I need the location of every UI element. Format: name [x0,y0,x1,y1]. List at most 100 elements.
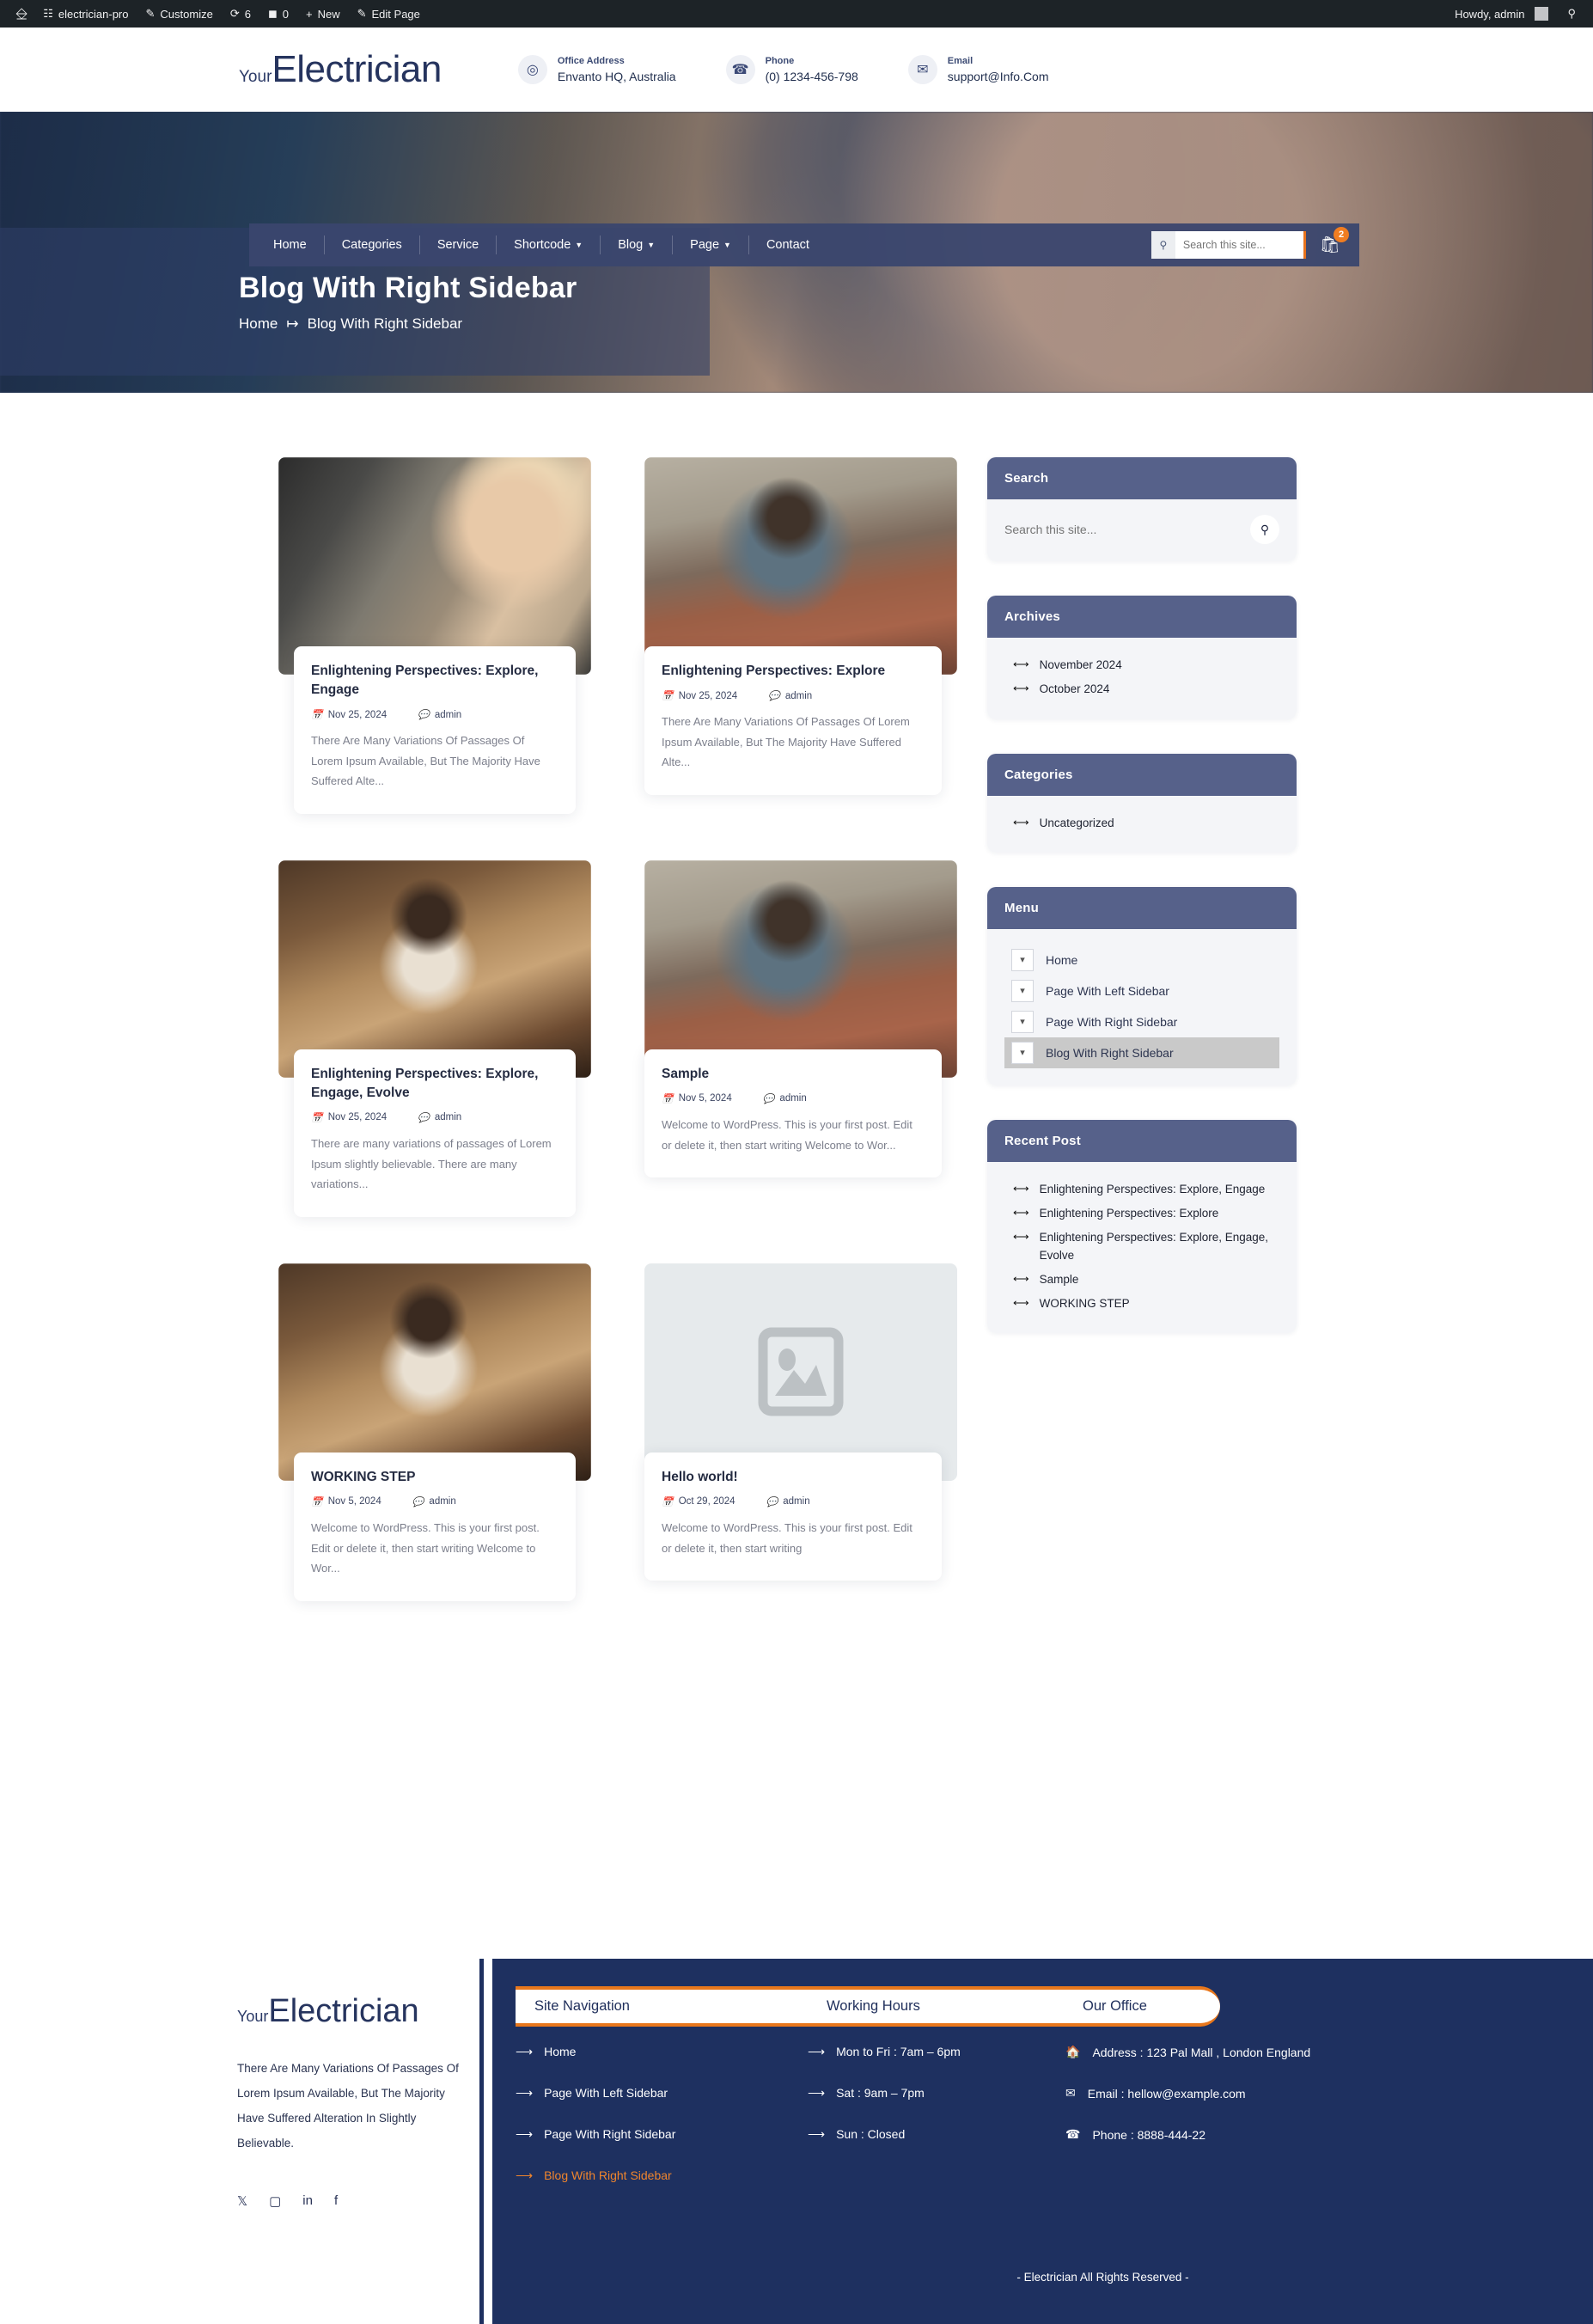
categories-list: ⟷ Uncategorized [1004,811,1279,835]
adminbar-edit-page[interactable]: ✎ Edit Page [349,0,429,28]
footer-hours-item: ⟶ Mon to Fri : 7am – 6pm [808,2045,1065,2059]
nav-item-service[interactable]: Service [420,235,497,254]
chevron-down-icon[interactable]: ▾ [1011,1010,1034,1033]
adminbar-new[interactable]: + New [297,0,349,28]
adminbar-customize-label: Customize [160,7,213,21]
post-title[interactable]: WORKING STEP [311,1468,558,1487]
post-thumbnail[interactable] [278,457,591,675]
nav-item-categories[interactable]: Categories [325,235,420,254]
page-hero-banner: Home Categories Service Shortcode ▼ Blog ▼… [0,112,1593,393]
post-author: admin [779,1093,807,1104]
sidebar-menu-item-home[interactable]: ▾ Home [1004,945,1279,975]
calendar-icon: 📅 [662,1496,674,1508]
sidebar-menu-item-page-left-sidebar[interactable]: ▾ Page With Left Sidebar [1004,975,1279,1006]
list-item[interactable]: ⟷ Sample [1004,1268,1279,1292]
adminbar-updates-count: 6 [244,7,251,21]
menu-item-label: Page With Left Sidebar [1046,983,1169,998]
nav-item-page[interactable]: Page ▼ [673,235,749,254]
chevron-down-icon[interactable]: ▾ [1011,1041,1034,1064]
instagram-icon[interactable]: ▢ [269,2193,281,2209]
sidebar-menu-item-page-right-sidebar[interactable]: ▾ Page With Right Sidebar [1004,1006,1279,1037]
post-excerpt: Welcome to WordPress. This is your first… [311,1520,540,1575]
breadcrumb-home-link[interactable]: Home [239,315,278,333]
widget-archives: Archives ⟷ November 2024 ⟷ October 2024 [987,596,1297,719]
adminbar-comments[interactable]: ◼ 0 [259,0,297,28]
linkedin-icon[interactable]: in [302,2193,313,2209]
post-thumbnail-placeholder[interactable] [644,1263,957,1481]
breadcrumb-current: Blog With Right Sidebar [307,315,463,332]
footer-nav-label: Page With Right Sidebar [544,2127,676,2141]
list-item[interactable]: ⟷ Enlightening Perspectives: Explore, Eng… [1004,1177,1279,1202]
list-item[interactable]: ⟷ Uncategorized [1004,811,1279,835]
list-item[interactable]: ⟷ November 2024 [1004,653,1279,677]
adminbar-updates[interactable]: ⟳ 6 [222,0,259,28]
footer-office-email[interactable]: ✉ Email : hellow@example.com [1065,2086,1512,2101]
footer-logo[interactable]: Your Electrician [237,1993,469,2030]
chevron-down-icon: ▼ [723,241,731,249]
sidebar-menu-item-blog-right-sidebar[interactable]: ▾ Blog With Right Sidebar [1004,1037,1279,1068]
adminbar-customize[interactable]: ✎ Customize [137,0,222,28]
nav-label: Service [436,238,479,252]
footer-office-phone[interactable]: ☎ Phone : 8888-444-22 [1065,2127,1512,2142]
post-title[interactable]: Enlightening Perspectives: Explore, Enga… [311,662,558,700]
footer-hours-item: ⟶ Sun : Closed [808,2127,1065,2142]
list-item[interactable]: ⟷ Enlightening Perspectives: Explore, Eng… [1004,1226,1279,1268]
post-title[interactable]: Enlightening Perspectives: Explore [662,662,925,681]
sidebar-search-button[interactable]: ⚲ [1250,515,1279,544]
site-logo[interactable]: Your Electrician [239,48,442,91]
chevron-down-icon[interactable]: ▾ [1011,979,1034,1002]
list-item[interactable]: ⟷ WORKING STEP [1004,1292,1279,1316]
post-card[interactable]: Enlightening Perspectives: Explore 📅 Nov … [644,457,957,814]
adminbar-search-icon[interactable]: ⚲ [1559,0,1584,28]
nav-item-home[interactable]: Home [249,235,325,254]
nav-item-shortcode[interactable]: Shortcode ▼ [497,235,601,254]
wordpress-logo-icon[interactable]: ⎒ [9,0,34,28]
post-thumbnail[interactable] [278,859,591,1078]
post-card[interactable]: Enlightening Perspectives: Explore, Enga… [278,457,591,814]
x-twitter-icon[interactable]: 𝕏 [237,2193,247,2209]
comment-icon: 💬 [412,1496,424,1508]
footer-nav-item[interactable]: ⟶ Page With Right Sidebar [516,2127,808,2142]
header-search-box[interactable]: ⚲ [1150,231,1306,259]
nav-item-blog[interactable]: Blog ▼ [601,235,674,254]
footer-nav-item-active[interactable]: ⟶ Blog With Right Sidebar [516,2168,808,2183]
footer-nav-item[interactable]: ⟶ Page With Left Sidebar [516,2086,808,2101]
archive-label: November 2024 [1039,658,1122,671]
contact-label: Office Address [557,55,625,66]
post-thumbnail[interactable] [644,457,957,675]
post-thumbnail[interactable] [644,859,957,1078]
arrow-right-icon: ⟷ [1013,1181,1029,1195]
footer-working-hours-column: ⟶ Mon to Fri : 7am – 6pm ⟶ Sat : 9am – 7pm… [808,2045,1065,2210]
calendar-icon: 📅 [662,691,674,701]
cart-button[interactable]: 🛍 2 [1320,227,1349,255]
post-thumbnail[interactable] [278,1263,591,1481]
footer-nav-item[interactable]: ⟶ Home [516,2045,808,2059]
post-excerpt: There Are Many Variations Of Passages Of… [662,715,910,769]
post-date: Nov 25, 2024 [678,690,738,701]
post-title[interactable]: Hello world! [662,1468,925,1487]
header-search-input[interactable] [1175,239,1296,251]
post-card[interactable]: Enlightening Perspectives: Explore, Enga… [278,859,591,1217]
post-title[interactable]: Sample [662,1065,925,1084]
nav-item-contact[interactable]: Contact [749,235,827,254]
chevron-down-icon[interactable]: ▾ [1011,948,1034,971]
list-item[interactable]: ⟷ October 2024 [1004,677,1279,701]
footer-tab-site-navigation[interactable]: Site Navigation [534,1998,630,2015]
adminbar-comments-count: 0 [282,7,289,21]
facebook-icon[interactable]: f [334,2193,338,2209]
adminbar-site-name[interactable]: ☷ electrician-pro [34,0,137,28]
home-icon: 🏠 [1065,2045,1081,2058]
post-title[interactable]: Enlightening Perspectives: Explore, Enga… [311,1065,558,1103]
menu-item-label: Blog With Right Sidebar [1046,1045,1174,1060]
sidebar-search-input[interactable] [1004,523,1250,536]
list-item[interactable]: ⟷ Enlightening Perspectives: Explore [1004,1202,1279,1226]
footer-tab-bar: Site Navigation Working Hours Our Office [516,1986,1220,2027]
footer-tab-our-office[interactable]: Our Office [1083,1998,1147,2015]
footer-panel: Site Navigation Working Hours Our Office… [492,1959,1593,2324]
footer-tab-working-hours[interactable]: Working Hours [827,1998,920,2015]
post-card[interactable]: Sample 📅 Nov 5, 2024 💬 admin Welcome to Wo… [644,859,957,1217]
footer-our-office-column: 🏠 Address : 123 Pal Mall , London England… [1065,2045,1512,2210]
post-card[interactable]: Hello world! 📅 Oct 29, 2024 💬 admin Welcom… [644,1263,957,1601]
post-card[interactable]: WORKING STEP 📅 Nov 5, 2024 💬 admin Welcome… [278,1263,591,1601]
adminbar-my-account[interactable]: Howdy, admin [1446,0,1557,28]
